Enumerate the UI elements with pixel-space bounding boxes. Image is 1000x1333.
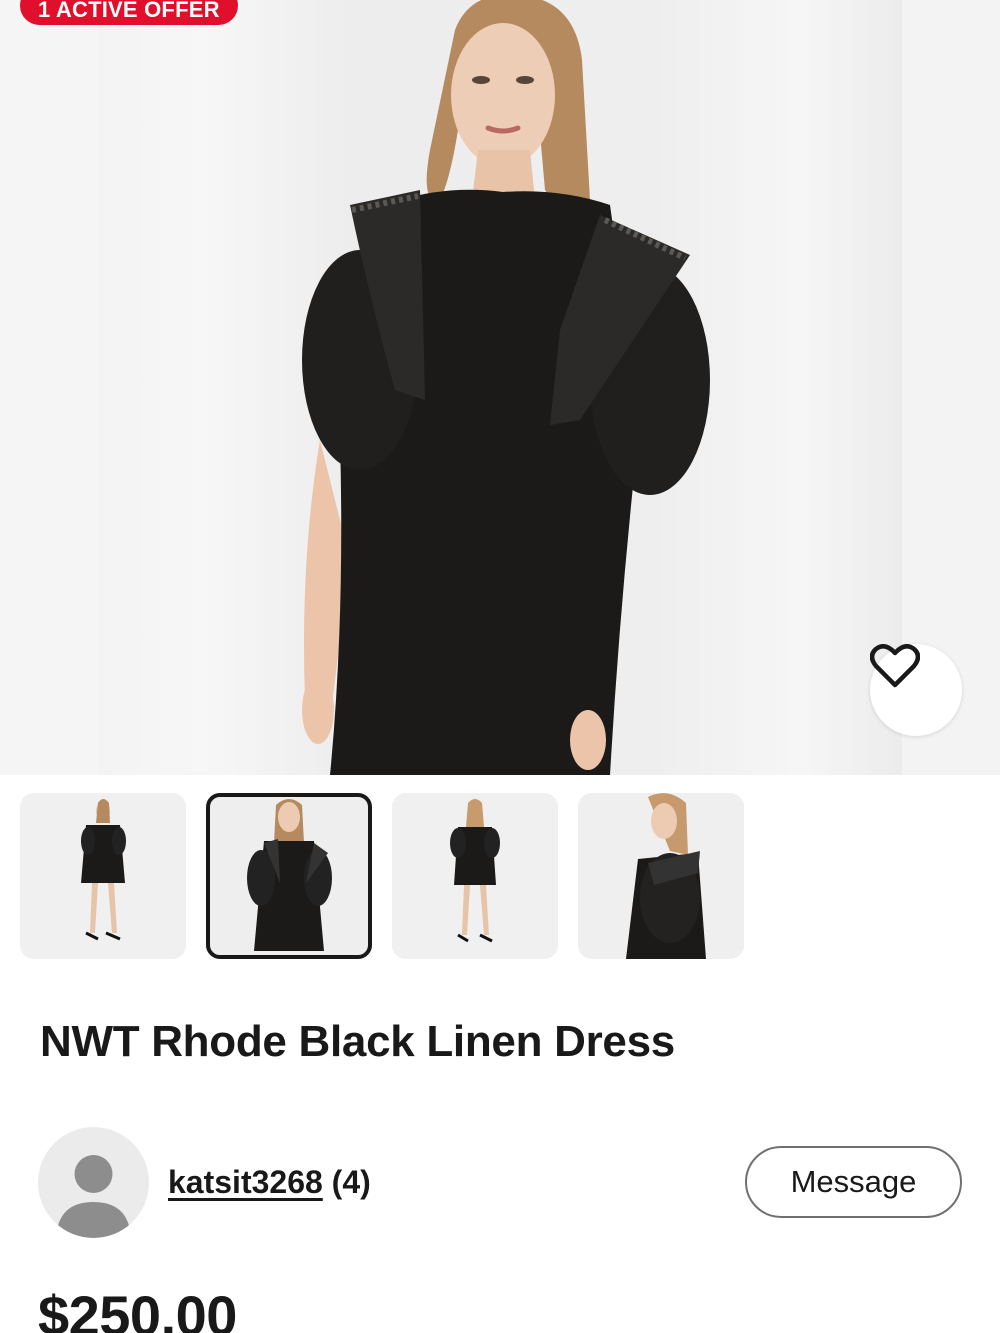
thumbnail-image [210, 797, 368, 955]
listing-price: $250.00 [38, 1284, 237, 1333]
seller-avatar[interactable] [38, 1127, 149, 1238]
product-hero-image[interactable]: 1 ACTIVE OFFER [0, 0, 1000, 775]
seller-info: katsit3268 (4) [168, 1164, 371, 1201]
listing-title: NWT Rhode Black Linen Dress [40, 1017, 675, 1066]
active-offer-badge: 1 ACTIVE OFFER [20, 0, 238, 25]
thumbnail-2[interactable] [206, 793, 372, 959]
model-photo [302, 0, 710, 775]
thumbnail-image [20, 793, 186, 959]
heart-outline-icon [870, 644, 920, 688]
thumbnail-image [392, 793, 558, 959]
thumbnail-1[interactable] [20, 793, 186, 959]
thumbnail-3[interactable] [392, 793, 558, 959]
message-seller-button[interactable]: Message [745, 1146, 962, 1218]
seller-feedback-count: (4) [331, 1164, 371, 1200]
seller-username-link[interactable]: katsit3268 [168, 1164, 323, 1200]
thumbnail-image [578, 793, 744, 959]
person-placeholder-icon [56, 1155, 131, 1238]
thumbnail-4[interactable] [578, 793, 744, 959]
favorite-button[interactable] [870, 644, 962, 736]
